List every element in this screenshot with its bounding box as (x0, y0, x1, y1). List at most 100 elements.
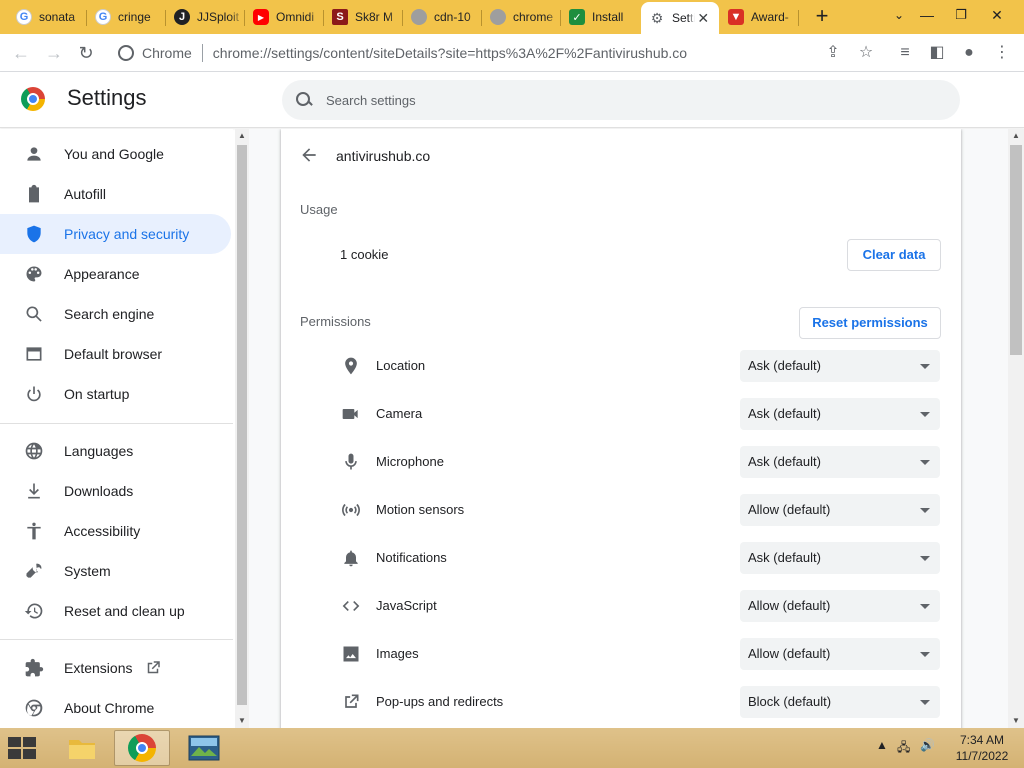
permission-label: Microphone (376, 454, 444, 469)
sidebar-item-label: On startup (64, 386, 130, 402)
scroll-up-arrow-icon[interactable]: ▲ (235, 129, 249, 143)
new-tab-button[interactable]: + (810, 5, 834, 29)
back-icon[interactable]: ← (8, 40, 34, 66)
share-icon[interactable]: ⇪ (822, 42, 844, 64)
menu-kebab-icon[interactable]: ⋮ (991, 42, 1013, 64)
open-in-new-icon (341, 692, 361, 712)
permission-select[interactable]: Block (default) (740, 686, 940, 718)
shield-check-icon: ✓ (569, 9, 585, 25)
permission-value: Ask (default) (748, 550, 821, 565)
permission-select[interactable]: Ask (default) (740, 398, 940, 430)
toolbar: ← → ↻ Chrome chrome://settings/content/s… (0, 34, 1024, 72)
sidebar-item-on-startup[interactable]: On startup (0, 374, 231, 414)
minimize-button[interactable]: — (910, 0, 944, 30)
reset-permissions-button[interactable]: Reset permissions (799, 307, 941, 339)
chrome-icon (118, 45, 134, 61)
restore-button[interactable]: ❐ (944, 0, 978, 30)
permission-value: Allow (default) (748, 646, 831, 661)
search-input[interactable] (326, 92, 926, 108)
tab-title: Install (592, 10, 624, 24)
network-icon[interactable]: 🖧 (897, 738, 910, 759)
browser-window: G sonata G cringe J JJSploit ▶ Omnidi S … (0, 0, 1024, 768)
dropdown-caret-icon (920, 604, 930, 609)
permission-select[interactable]: Ask (default) (740, 542, 940, 574)
profile-avatar-icon[interactable]: ● (958, 42, 980, 64)
sidebar-item-languages[interactable]: Languages (0, 431, 231, 471)
youtube-icon: ▶ (253, 9, 269, 25)
permissions-heading: Permissions (300, 314, 371, 329)
sidebar-item-label: Autofill (64, 186, 107, 202)
sidebar-item-label: Search engine (64, 306, 155, 322)
sidebar-item-system[interactable]: System (0, 551, 231, 591)
tab-cringe[interactable]: G cringe (87, 3, 165, 31)
tab-settings[interactable]: ⚙ Setti ✕ (641, 2, 719, 34)
sidebar-item-label: You and Google (64, 146, 164, 162)
dropdown-caret-icon (920, 460, 930, 465)
photos-app-icon[interactable] (176, 730, 232, 766)
sidebar-item-reset-and-clean-up[interactable]: Reset and clean up (0, 591, 231, 631)
bookmark-star-icon[interactable]: ☆ (855, 42, 877, 64)
close-window-button[interactable]: ✕ (980, 0, 1014, 30)
search-box[interactable] (282, 80, 960, 120)
back-arrow-icon[interactable] (299, 145, 319, 165)
sidebar-item-appearance[interactable]: Appearance (0, 254, 231, 294)
sidebar-item-default-browser[interactable]: Default browser (0, 334, 231, 374)
sidebar-item-privacy-and-security[interactable]: Privacy and security (0, 214, 231, 254)
site-label: Chrome (142, 45, 192, 61)
scrollbar-thumb[interactable] (237, 145, 247, 705)
windows-start-icon[interactable] (8, 737, 38, 759)
permission-select[interactable]: Allow (default) (740, 494, 940, 526)
forward-icon[interactable]: → (41, 40, 67, 66)
sidebar-item-label: Privacy and security (64, 226, 190, 242)
tab-strip: G sonata G cringe J JJSploit ▶ Omnidi S … (0, 0, 1024, 34)
permission-select[interactable]: Allow (default) (740, 638, 940, 670)
site-info-chip[interactable]: Chrome (108, 45, 192, 61)
sidebar-item-about-chrome[interactable]: About Chrome (0, 688, 231, 728)
reload-icon[interactable]: ↻ (73, 40, 99, 66)
tab-sk8r[interactable]: S Sk8r M (324, 3, 402, 31)
scroll-down-arrow-icon[interactable]: ▼ (235, 714, 249, 728)
power-icon (24, 384, 44, 404)
reading-list-icon[interactable]: ≡ (894, 42, 916, 64)
download-icon (24, 481, 44, 501)
tab-install[interactable]: ✓ Install (561, 3, 639, 31)
taskbar-clock[interactable]: 7:34 AM 11/7/2022 (948, 732, 1016, 764)
scroll-up-arrow-icon[interactable]: ▲ (1008, 129, 1024, 143)
main-scrollbar[interactable]: ▲ ▼ (1008, 129, 1024, 728)
address-bar[interactable]: Chrome chrome://settings/content/siteDet… (108, 37, 884, 69)
sidebar-item-search-engine[interactable]: Search engine (0, 294, 231, 334)
scroll-down-arrow-icon[interactable]: ▼ (1008, 714, 1024, 728)
permission-label: Notifications (376, 550, 447, 565)
globe-icon (24, 441, 44, 461)
volume-icon[interactable]: 🔊 (920, 738, 935, 752)
permission-select[interactable]: Allow (default) (740, 590, 940, 622)
tab-sonata[interactable]: G sonata (8, 3, 86, 31)
permission-select[interactable]: Ask (default) (740, 350, 940, 382)
search-icon (294, 90, 314, 110)
side-panel-icon[interactable]: ◧ (926, 42, 948, 64)
clear-data-button[interactable]: Clear data (847, 239, 941, 271)
browser-icon (24, 344, 44, 364)
permission-select[interactable]: Ask (default) (740, 446, 940, 478)
permission-row-popups: Pop-ups and redirects Block (default) (281, 678, 961, 726)
tab-award[interactable]: ▼ Award- (720, 3, 798, 31)
motion-sensor-icon (341, 500, 361, 520)
sidebar-item-you-and-google[interactable]: You and Google (0, 134, 231, 174)
tab-jjsploit[interactable]: J JJSploit (166, 3, 244, 31)
sidebar-item-autofill[interactable]: Autofill (0, 174, 231, 214)
sidebar-scrollbar[interactable]: ▲ ▼ (235, 129, 249, 728)
url-text[interactable]: chrome://settings/content/siteDetails?si… (213, 45, 687, 61)
chrome-logo-icon (21, 87, 45, 111)
accessibility-icon (24, 521, 44, 541)
tab-chrome[interactable]: chrome (482, 3, 560, 31)
tab-omnidi[interactable]: ▶ Omnidi (245, 3, 323, 31)
show-hidden-icons-icon[interactable]: ▲ (876, 738, 888, 752)
sidebar-item-extensions[interactable]: Extensions (0, 648, 231, 688)
sidebar-item-accessibility[interactable]: Accessibility (0, 511, 231, 551)
sidebar-item-downloads[interactable]: Downloads (0, 471, 231, 511)
scrollbar-thumb[interactable] (1010, 145, 1022, 355)
file-explorer-icon[interactable] (54, 730, 110, 766)
chrome-taskbar-icon[interactable] (114, 730, 170, 766)
tab-cdn[interactable]: cdn-10 (403, 3, 481, 31)
close-tab-icon[interactable]: ✕ (695, 10, 711, 27)
